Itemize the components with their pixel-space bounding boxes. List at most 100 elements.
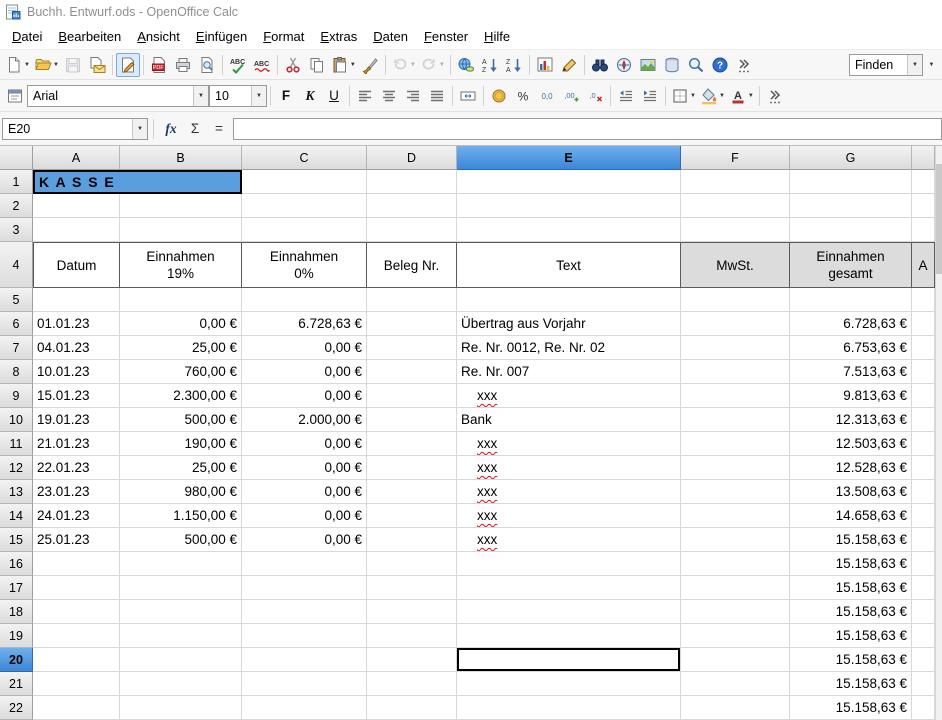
cell-G17[interactable]: 15.158,63 € <box>790 576 912 600</box>
help-button[interactable]: ? <box>708 53 732 77</box>
chevron-down-icon[interactable]: ▼ <box>193 86 208 106</box>
data-sources-button[interactable] <box>660 53 684 77</box>
font-size-combo[interactable]: 10▼ <box>209 85 267 107</box>
open-folder-button[interactable]: ▼ <box>32 53 61 77</box>
bold-button[interactable]: F <box>274 84 298 108</box>
cell-F10[interactable] <box>681 408 790 432</box>
spellcheck-button[interactable]: ABC <box>226 53 250 77</box>
cell-A6[interactable]: 01.01.23 <box>33 312 120 336</box>
find-replace-button[interactable] <box>588 53 612 77</box>
cell-F13[interactable] <box>681 480 790 504</box>
cell-A8[interactable]: 10.01.23 <box>33 360 120 384</box>
row-header-9[interactable]: 9 <box>0 384 33 408</box>
cell-F17[interactable] <box>681 576 790 600</box>
standard-format-button[interactable]: 0,0 <box>535 84 559 108</box>
navigator-button[interactable] <box>612 53 636 77</box>
cell-F11[interactable] <box>681 432 790 456</box>
cell-C6[interactable]: 6.728,63 € <box>242 312 367 336</box>
cell-C13[interactable]: 0,00 € <box>242 480 367 504</box>
cell-H13[interactable] <box>912 480 935 504</box>
menu-datei[interactable]: Datei <box>4 26 50 47</box>
row-header-1[interactable]: 1 <box>0 170 33 194</box>
row-header-4[interactable]: 4 <box>0 242 33 288</box>
cell-H10[interactable] <box>912 408 935 432</box>
cell-F3[interactable] <box>681 218 790 242</box>
cell-D10[interactable] <box>367 408 457 432</box>
cell-H12[interactable] <box>912 456 935 480</box>
cell-H9[interactable] <box>912 384 935 408</box>
cell-B4[interactable]: Einnahmen 19% <box>120 242 242 288</box>
insert-chart-button[interactable] <box>533 53 557 77</box>
cell-F12[interactable] <box>681 456 790 480</box>
cell-E4[interactable]: Text <box>457 242 681 288</box>
cell-H8[interactable] <box>912 360 935 384</box>
cell-A12[interactable]: 22.01.23 <box>33 456 120 480</box>
cell-A11[interactable]: 21.01.23 <box>33 432 120 456</box>
cell-C4[interactable]: Einnahmen 0% <box>242 242 367 288</box>
cell-G2[interactable] <box>790 194 912 218</box>
cell-G10[interactable]: 12.313,63 € <box>790 408 912 432</box>
cell-B15[interactable]: 500,00 € <box>120 528 242 552</box>
select-all-corner[interactable] <box>0 146 33 170</box>
cell-A15[interactable]: 25.01.23 <box>33 528 120 552</box>
cell-E15[interactable]: xxx <box>457 528 681 552</box>
cell-A2[interactable] <box>33 194 120 218</box>
cell-E13[interactable]: xxx <box>457 480 681 504</box>
function-button[interactable]: = <box>207 118 231 140</box>
cell-E21[interactable] <box>457 672 681 696</box>
cell-D3[interactable] <box>367 218 457 242</box>
draw-functions-button[interactable] <box>557 53 581 77</box>
cell-E10[interactable]: Bank <box>457 408 681 432</box>
cell-H4[interactable]: A <box>912 242 935 288</box>
cell-F19[interactable] <box>681 624 790 648</box>
cell-D9[interactable] <box>367 384 457 408</box>
cell-B2[interactable] <box>120 194 242 218</box>
merge-cells-button[interactable] <box>456 84 480 108</box>
cell-D12[interactable] <box>367 456 457 480</box>
cell-A14[interactable]: 24.01.23 <box>33 504 120 528</box>
cell-B20[interactable] <box>120 648 242 672</box>
increase-indent-button[interactable] <box>638 84 662 108</box>
cell-C16[interactable] <box>242 552 367 576</box>
cell-G7[interactable]: 6.753,63 € <box>790 336 912 360</box>
cell-B10[interactable]: 500,00 € <box>120 408 242 432</box>
row-header-20[interactable]: 20 <box>0 648 33 672</box>
edit-file-button[interactable] <box>116 53 140 77</box>
underline-button[interactable]: U <box>322 84 346 108</box>
cell-D16[interactable] <box>367 552 457 576</box>
cell-C1[interactable] <box>242 170 367 194</box>
cut-button[interactable] <box>281 53 305 77</box>
cell-A13[interactable]: 23.01.23 <box>33 480 120 504</box>
cell-G6[interactable]: 6.728,63 € <box>790 312 912 336</box>
menu-fenster[interactable]: Fenster <box>416 26 476 47</box>
row-header-5[interactable]: 5 <box>0 288 33 312</box>
cell-G8[interactable]: 7.513,63 € <box>790 360 912 384</box>
cell-E16[interactable] <box>457 552 681 576</box>
cell-D14[interactable] <box>367 504 457 528</box>
cell-B18[interactable] <box>120 600 242 624</box>
cell-C3[interactable] <box>242 218 367 242</box>
formula-input-line[interactable] <box>233 118 942 140</box>
menu-ansicht[interactable]: Ansicht <box>129 26 188 47</box>
cell-E22[interactable] <box>457 696 681 720</box>
cell-F14[interactable] <box>681 504 790 528</box>
styles-formatting-button[interactable] <box>3 84 27 108</box>
cell-H6[interactable] <box>912 312 935 336</box>
find-toolbar-options-button[interactable]: ▼ <box>923 53 939 77</box>
chevron-down-icon[interactable]: ▼ <box>251 86 266 106</box>
sum-button[interactable]: Σ <box>183 118 207 140</box>
cell-G5[interactable] <box>790 288 912 312</box>
chevron-down-icon[interactable]: ▼ <box>132 119 147 139</box>
cell-F8[interactable] <box>681 360 790 384</box>
paste-button[interactable]: ▼ <box>329 53 358 77</box>
cell-H21[interactable] <box>912 672 935 696</box>
cell-D4[interactable]: Beleg Nr. <box>367 242 457 288</box>
cell-E12[interactable]: xxx <box>457 456 681 480</box>
cell-A3[interactable] <box>33 218 120 242</box>
cell-B21[interactable] <box>120 672 242 696</box>
cell-B17[interactable] <box>120 576 242 600</box>
auto-spellcheck-button[interactable]: ABC <box>250 53 274 77</box>
cell-C2[interactable] <box>242 194 367 218</box>
cell-C12[interactable]: 0,00 € <box>242 456 367 480</box>
menu-bearbeiten[interactable]: Bearbeiten <box>50 26 129 47</box>
